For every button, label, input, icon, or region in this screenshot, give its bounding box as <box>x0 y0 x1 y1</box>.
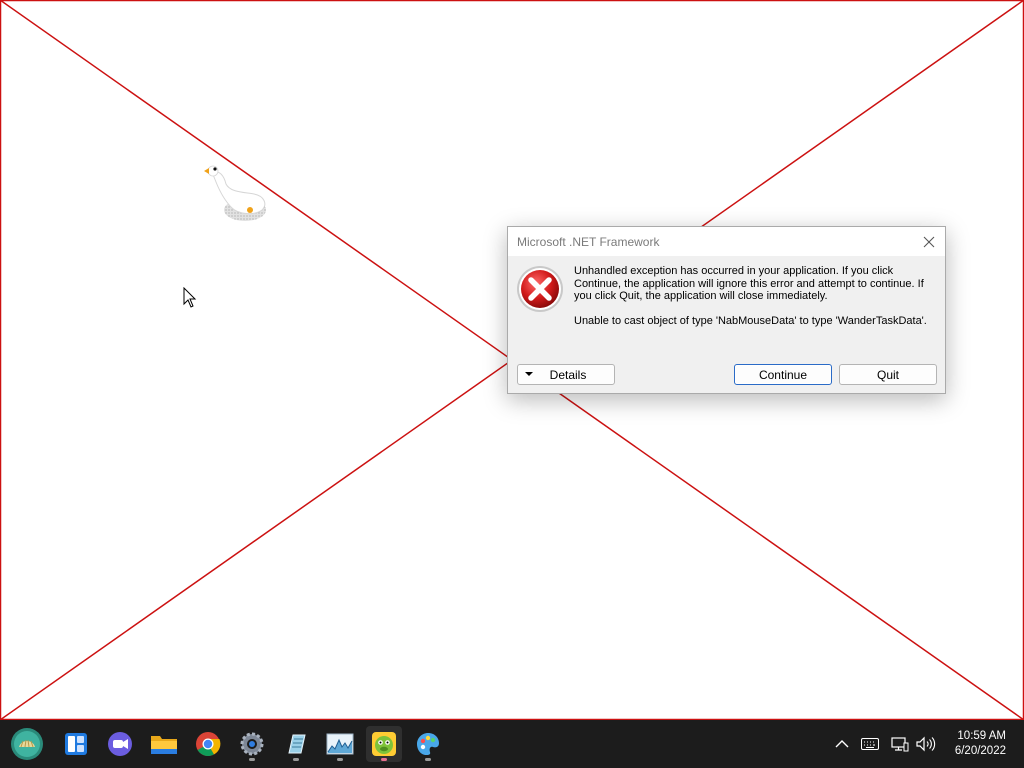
error-icon <box>517 266 563 312</box>
chrome-icon <box>196 732 221 757</box>
dialog-message: Unhandled exception has occurred in your… <box>574 265 924 302</box>
notes-button[interactable] <box>278 726 314 762</box>
keyboard-icon <box>861 738 879 750</box>
details-button[interactable]: Details <box>517 364 615 385</box>
taskbar: 10:59 AM 6/20/2022 <box>0 720 1024 768</box>
palette-icon <box>417 733 439 755</box>
start-button[interactable] <box>9 726 45 762</box>
input-indicator[interactable] <box>859 734 881 754</box>
desktop-goose-button[interactable] <box>366 726 402 762</box>
chart-icon <box>326 733 354 755</box>
clock-time: 10:59 AM <box>957 730 1006 742</box>
task-manager-button[interactable] <box>322 726 358 762</box>
file-explorer-button[interactable] <box>146 726 182 762</box>
chat-button[interactable] <box>102 726 138 762</box>
running-indicator <box>381 758 387 761</box>
paint-button[interactable] <box>410 726 446 762</box>
settings-button[interactable] <box>234 726 270 762</box>
volume-icon <box>916 736 936 752</box>
chrome-button[interactable] <box>190 726 226 762</box>
widgets-button[interactable] <box>58 726 94 762</box>
running-indicator <box>249 758 255 761</box>
volume-button[interactable] <box>915 734 937 754</box>
close-button[interactable] <box>913 227 945 256</box>
desktop: Microsoft .NET Framework Unhandled excep… <box>0 0 1024 720</box>
widgets-icon <box>65 733 87 755</box>
chevron-up-icon <box>835 740 849 748</box>
clock-date: 6/20/2022 <box>954 745 1006 757</box>
show-hidden-icons-button[interactable] <box>831 734 853 754</box>
dialog-title: Microsoft .NET Framework <box>517 235 660 249</box>
running-indicator <box>337 758 343 761</box>
notepad-icon <box>288 734 306 754</box>
dialog-titlebar[interactable]: Microsoft .NET Framework <box>508 227 945 256</box>
goose-icon <box>372 732 396 756</box>
clock[interactable]: 10:59 AM 6/20/2022 <box>955 729 1006 759</box>
network-icon <box>891 737 909 752</box>
caret-down-icon <box>525 372 533 376</box>
close-icon <box>923 236 935 247</box>
shell-orb-icon <box>11 728 43 760</box>
exception-detail: Unable to cast object of type 'NabMouseD… <box>574 315 927 327</box>
running-indicator <box>425 758 431 761</box>
continue-button[interactable]: Continue <box>734 364 832 385</box>
quit-button[interactable]: Quit <box>839 364 937 385</box>
running-indicator <box>293 758 299 761</box>
folder-icon <box>151 736 177 754</box>
mouse-pointer-icon <box>183 287 197 308</box>
network-status-button[interactable] <box>889 734 911 754</box>
details-label: Details <box>549 367 587 382</box>
desktop-goose[interactable] <box>198 158 278 228</box>
error-dialog: Microsoft .NET Framework Unhandled excep… <box>507 226 946 394</box>
gear-icon <box>240 732 264 756</box>
chat-camera-icon <box>108 732 132 756</box>
